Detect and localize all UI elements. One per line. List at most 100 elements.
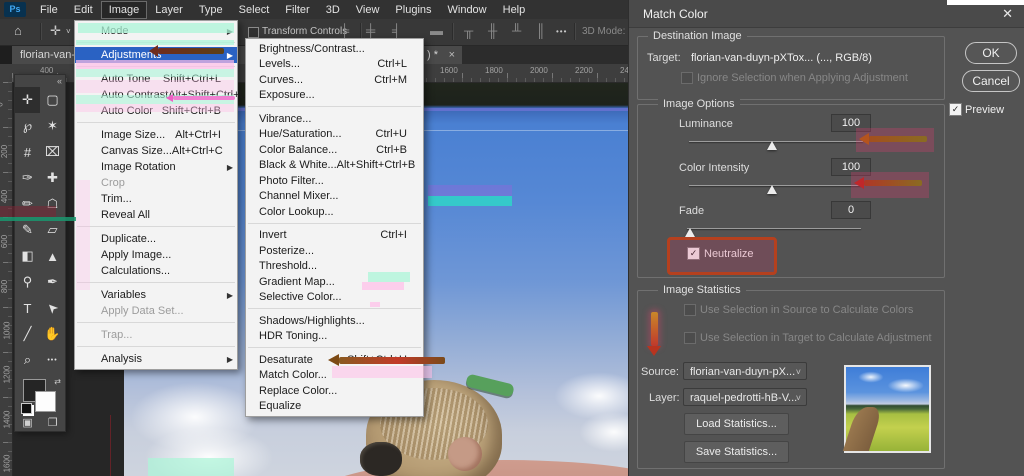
object-selection-tool[interactable]: ✶ (40, 113, 65, 139)
menubar-item-window[interactable]: Window (440, 1, 495, 19)
menu-item-exposure[interactable]: Exposure... (246, 88, 423, 104)
color-intensity-slider-thumb[interactable] (767, 185, 777, 194)
menu-item-apply-image[interactable]: Apply Image... (75, 247, 237, 263)
cancel-button[interactable]: Cancel (962, 70, 1020, 92)
menubar-item-type[interactable]: Type (191, 1, 231, 19)
align-left-edges-icon[interactable]: ╞ (340, 23, 349, 38)
luminance-value[interactable]: 100 (831, 114, 871, 132)
menubar-item-file[interactable]: File (32, 1, 66, 19)
menubar-item-3d[interactable]: 3D (318, 1, 348, 19)
menu-item-curves[interactable]: Curves...Ctrl+M (246, 72, 423, 88)
line-tool[interactable]: ╱ (15, 321, 40, 347)
distribute-vertical-centers-icon[interactable]: ╫ (488, 23, 497, 38)
menu-item-calculations[interactable]: Calculations... (75, 263, 237, 279)
menu-item-threshold[interactable]: Threshold... (246, 259, 423, 275)
collapse-panel-icon[interactable]: « (57, 76, 62, 86)
source-dropdown[interactable]: florian-van-duyn-pX... ˅ (683, 362, 807, 380)
ok-button[interactable]: OK (965, 42, 1017, 64)
rectangular-marquee-tool[interactable]: ▢ (40, 87, 65, 113)
menu-item-replace-color[interactable]: Replace Color... (246, 383, 423, 399)
menu-item-channel-mixer[interactable]: Channel Mixer... (246, 189, 423, 205)
color-intensity-value[interactable]: 100 (831, 158, 871, 176)
hand-tool[interactable]: ✋ (40, 321, 65, 347)
default-colors-icon[interactable] (21, 403, 32, 414)
menu-item-color-lookup[interactable]: Color Lookup... (246, 204, 423, 220)
menubar-item-view[interactable]: View (348, 1, 388, 19)
pen-tool[interactable]: ✒ (40, 269, 65, 295)
menubar-item-select[interactable]: Select (231, 1, 278, 19)
fade-slider-thumb[interactable] (685, 228, 695, 237)
tab-close-icon[interactable]: × (449, 46, 455, 64)
lasso-tool[interactable]: ℘ (15, 113, 40, 139)
menu-item-levels[interactable]: Levels...Ctrl+L (246, 57, 423, 73)
fade-slider[interactable] (687, 228, 861, 229)
menu-item-photo-filter[interactable]: Photo Filter... (246, 173, 423, 189)
menu-item-color-balance[interactable]: Color Balance...Ctrl+B (246, 142, 423, 158)
luminance-slider-thumb[interactable] (767, 141, 777, 150)
menu-item-auto-contrast[interactable]: Auto ContrastAlt+Shift+Ctrl+L (75, 87, 237, 103)
menu-item-match-color[interactable]: Match Color... (246, 368, 423, 384)
dodge-tool[interactable]: ⚲ (15, 269, 40, 295)
layer-dropdown[interactable]: raquel-pedrotti-hB-V... ˅ (683, 388, 807, 406)
eraser-tool[interactable]: ▱ (40, 217, 65, 243)
crop-tool[interactable]: # (15, 139, 40, 165)
align-horizontal-centers-icon[interactable]: ╪ (366, 23, 375, 38)
move-tool[interactable]: ✛ (15, 87, 40, 113)
distribute-top-edges-icon[interactable]: ╥ (464, 23, 473, 38)
transform-controls-checkbox[interactable] (248, 27, 259, 38)
menu-item-vibrance[interactable]: Vibrance... (246, 111, 423, 127)
menu-item-auto-color[interactable]: Auto ColorShift+Ctrl+B (75, 103, 237, 119)
blur-tool[interactable]: ▲ (40, 243, 65, 269)
menu-item-image-rotation[interactable]: Image Rotation▶ (75, 159, 237, 175)
menu-item-hue-saturation[interactable]: Hue/Saturation...Ctrl+U (246, 127, 423, 143)
quick-mask-icon[interactable]: ▣ (22, 416, 32, 429)
menubar-item-edit[interactable]: Edit (66, 1, 101, 19)
menu-item-reveal-all[interactable]: Reveal All (75, 207, 237, 223)
align-bar-icon[interactable]: ▬ (430, 23, 443, 38)
eyedropper-tool[interactable]: ✑ (15, 165, 40, 191)
preview-checkbox[interactable]: ✓ (949, 103, 962, 116)
menu-item-gradient-map[interactable]: Gradient Map... (246, 274, 423, 290)
home-icon[interactable]: ⌂ (14, 23, 22, 38)
menubar-item-image[interactable]: Image (101, 1, 148, 19)
path-selection-tool[interactable]: ➤ (40, 295, 65, 321)
menu-item-equalize[interactable]: Equalize (246, 399, 423, 415)
menu-item-brightness-contrast[interactable]: Brightness/Contrast... (246, 41, 423, 57)
swap-colors-icon[interactable]: ⇄ (54, 377, 61, 386)
chevron-down-icon[interactable]: ˅ (66, 27, 71, 36)
menu-item-trim[interactable]: Trim... (75, 191, 237, 207)
type-tool[interactable]: T (15, 295, 40, 321)
menu-item-image-size[interactable]: Image Size...Alt+Ctrl+I (75, 127, 237, 143)
edit-toolbar[interactable]: ••• (40, 347, 65, 373)
menu-item-invert[interactable]: InvertCtrl+I (246, 228, 423, 244)
menubar-item-help[interactable]: Help (495, 1, 534, 19)
fade-value[interactable]: 0 (831, 201, 871, 219)
menu-item-selective-color[interactable]: Selective Color... (246, 290, 423, 306)
menu-item-shadows-highlights[interactable]: Shadows/Highlights... (246, 313, 423, 329)
menu-item-duplicate[interactable]: Duplicate... (75, 231, 237, 247)
save-statistics-button[interactable]: Save Statistics... (684, 441, 789, 463)
menu-item-canvas-size[interactable]: Canvas Size...Alt+Ctrl+C (75, 143, 237, 159)
menubar-item-layer[interactable]: Layer (147, 1, 191, 19)
history-brush-tool[interactable]: ✎ (15, 217, 40, 243)
menu-item-mode[interactable]: Mode▶ (75, 23, 237, 39)
distribute-left-edges-icon[interactable]: ║ (536, 23, 545, 38)
menu-item-black-white[interactable]: Black & White...Alt+Shift+Ctrl+B (246, 158, 423, 174)
menu-item-variables[interactable]: Variables▶ (75, 287, 237, 303)
clone-stamp-tool[interactable]: ☖ (40, 191, 65, 217)
menu-item-posterize[interactable]: Posterize... (246, 243, 423, 259)
healing-brush-tool[interactable]: ✚ (40, 165, 65, 191)
background-color-swatch[interactable] (35, 391, 56, 412)
menu-item-analysis[interactable]: Analysis▶ (75, 351, 237, 367)
menu-item-hdr-toning[interactable]: HDR Toning... (246, 329, 423, 345)
dialog-close-icon[interactable]: ✕ (1002, 6, 1013, 22)
frame-tool[interactable]: ⌧ (40, 139, 65, 165)
brush-tool[interactable]: ✏ (15, 191, 40, 217)
zoom-tool[interactable]: ⌕ (15, 347, 40, 373)
move-tool-icon[interactable]: ✛ (50, 23, 61, 39)
gradient-tool[interactable]: ◧ (15, 243, 40, 269)
menubar-item-plugins[interactable]: Plugins (387, 1, 439, 19)
more-options-icon[interactable]: ••• (556, 27, 567, 36)
menubar-item-filter[interactable]: Filter (277, 1, 317, 19)
menu-item-auto-tone[interactable]: Auto ToneShift+Ctrl+L (75, 71, 237, 87)
